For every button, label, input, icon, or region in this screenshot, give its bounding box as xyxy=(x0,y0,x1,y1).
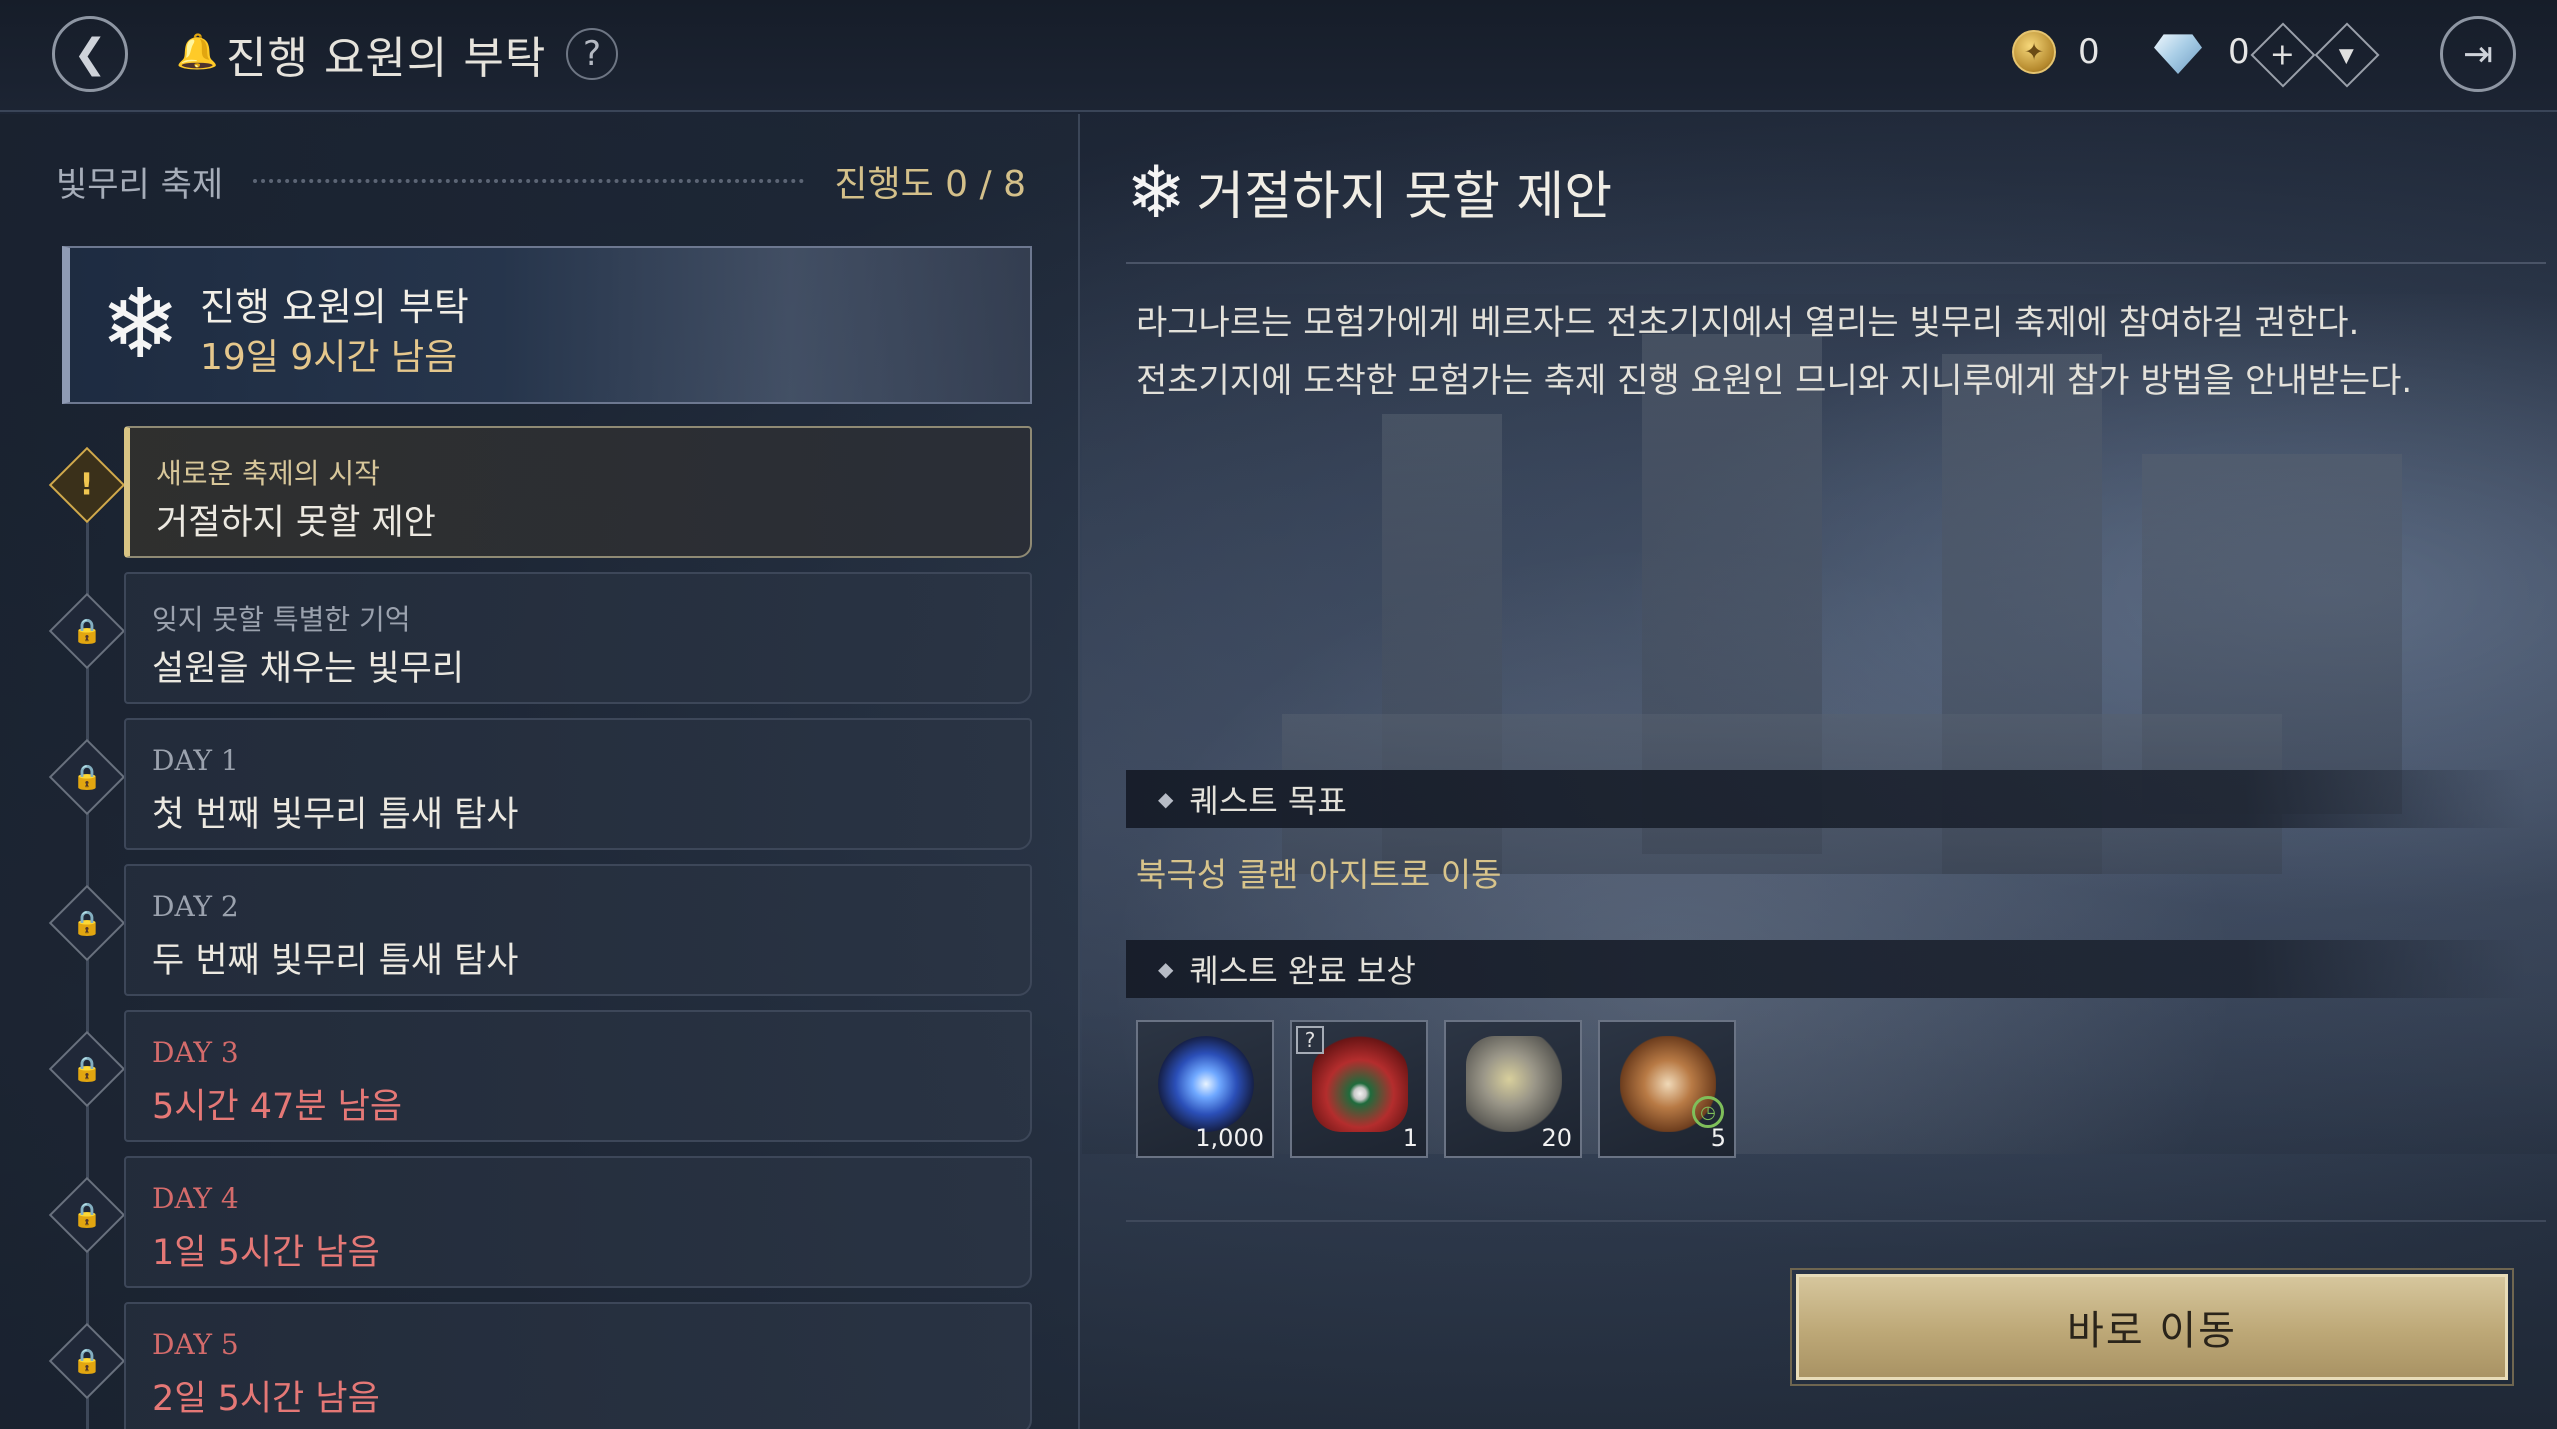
quest-objective: 북극성 클랜 아지트로 이동 xyxy=(1136,855,1502,894)
blue-orb-icon xyxy=(1158,1036,1254,1132)
currency-dropdown-button[interactable]: ▾ xyxy=(2314,22,2380,88)
objective-header-label: 퀘스트 목표 xyxy=(1189,782,1347,820)
back-arrow-icon[interactable]: ❮ xyxy=(52,16,128,92)
reward-header: ◆ 퀘스트 완료 보상 xyxy=(1126,940,2526,998)
plus-icon: + xyxy=(2270,37,2296,73)
quest-subtitle: 새로운 축제의 시작 xyxy=(156,457,380,490)
chevron-down-icon: ▾ xyxy=(2339,37,2355,73)
quest-item-timed[interactable]: DAY 3 5시간 47분 남음 xyxy=(124,1010,1032,1142)
description-line: 전초기지에 도착한 모험가는 축제 진행 요원인 므니와 지니루에게 참가 방법… xyxy=(1136,361,2413,401)
page-title: 진행 요원의 부탁 xyxy=(226,33,547,84)
help-button[interactable]: ? xyxy=(566,28,618,80)
dotted-divider xyxy=(253,179,805,183)
quest-title: 두 번째 빛무리 틈새 탐사 xyxy=(152,941,519,981)
exit-icon[interactable]: ⇥ xyxy=(2440,16,2516,92)
quest-remaining: 2일 5시간 남음 xyxy=(152,1379,380,1419)
detail-header: ❄ 거절하지 못할 제안 xyxy=(1126,154,1612,229)
description-line: 라그나르는 모험가에게 베르자드 전초기지에서 열리는 빛무리 축제에 참여하길… xyxy=(1136,303,2360,343)
quest-item-locked[interactable]: DAY 1 첫 번째 빛무리 틈새 탐사 xyxy=(124,718,1032,850)
progress-text: 진행도 0 / 8 xyxy=(834,164,1026,205)
gift-bag-icon xyxy=(1312,1036,1408,1132)
lock-icon: 🔒 xyxy=(48,738,126,816)
banner-remaining: 19일 9시간 남음 xyxy=(200,337,458,378)
objective-header: ◆ 퀘스트 목표 xyxy=(1126,770,2526,828)
gold-currency: ✦ 0 xyxy=(2012,30,2100,74)
quest-subtitle: DAY 4 xyxy=(152,1182,239,1215)
crystal-value: 0 xyxy=(2228,32,2250,72)
quest-title: 설원을 채우는 빛무리 xyxy=(152,649,465,689)
reward-count: 5 xyxy=(1710,1124,1726,1152)
banner-title: 진행 요원의 부탁 xyxy=(200,285,469,329)
go-now-button[interactable]: 바로 이동 xyxy=(1790,1268,2514,1386)
lock-icon: 🔒 xyxy=(48,592,126,670)
reward-item[interactable]: 20 xyxy=(1444,1020,1582,1158)
diamond-bullet-icon: ◆ xyxy=(1158,787,1174,811)
quest-title: 첫 번째 빛무리 틈새 탐사 xyxy=(152,795,519,835)
quest-detail-panel: ❄ 거절하지 못할 제안 라그나르는 모험가에게 베르자드 전초기지에서 열리는… xyxy=(1082,114,2557,1429)
snowflake-icon: ❄ xyxy=(100,268,181,380)
bell-icon: 🔔 xyxy=(176,32,219,72)
lock-icon: 🔒 xyxy=(48,1322,126,1400)
event-banner[interactable]: ❄ 진행 요원의 부탁 19일 9시간 남음 xyxy=(62,246,1032,404)
title-divider xyxy=(1126,262,2546,264)
reward-header-label: 퀘스트 완료 보상 xyxy=(1189,952,1416,990)
section-label: 빛무리 축제 xyxy=(56,164,224,205)
detail-title: 거절하지 못할 제안 xyxy=(1196,167,1613,227)
quest-description: 라그나르는 모험가에게 베르자드 전초기지에서 열리는 빛무리 축제에 참여하길… xyxy=(1136,294,2556,410)
lock-icon: 🔒 xyxy=(48,1176,126,1254)
quest-item-timed[interactable]: DAY 5 2일 5시간 남음 xyxy=(124,1302,1032,1429)
reward-item[interactable]: ◷ 5 xyxy=(1598,1020,1736,1158)
quest-item-active[interactable]: 새로운 축제의 시작 거절하지 못할 제안 xyxy=(124,426,1032,558)
alert-icon: ! xyxy=(48,446,126,524)
diamond-bullet-icon: ◆ xyxy=(1158,957,1174,981)
quest-item-locked[interactable]: 잊지 못할 특별한 기억 설원을 채우는 빛무리 xyxy=(124,572,1032,704)
quest-subtitle: DAY 2 xyxy=(152,890,239,923)
lock-icon: 🔒 xyxy=(48,1030,126,1108)
section-header: 빛무리 축제 진행도 0 / 8 xyxy=(56,156,1026,206)
reward-count: 1 xyxy=(1402,1124,1418,1152)
quest-remaining: 5시간 47분 남음 xyxy=(152,1087,403,1127)
reward-item[interactable]: ? 1 xyxy=(1290,1020,1428,1158)
reward-item[interactable]: 1,000 xyxy=(1136,1020,1274,1158)
lock-icon: 🔒 xyxy=(48,884,126,962)
crystal-icon xyxy=(2154,34,2202,74)
unknown-badge: ? xyxy=(1296,1026,1324,1054)
quest-subtitle: DAY 1 xyxy=(152,744,239,777)
quest-list-panel: 빛무리 축제 진행도 0 / 8 ❄ 진행 요원의 부탁 19일 9시간 남음 … xyxy=(0,114,1080,1429)
gold-value: 0 xyxy=(2078,32,2100,72)
quest-subtitle: DAY 5 xyxy=(152,1328,239,1361)
quest-subtitle: 잊지 못할 특별한 기억 xyxy=(152,603,411,636)
reward-count: 1,000 xyxy=(1195,1124,1264,1152)
quest-title: 거절하지 못할 제안 xyxy=(156,503,436,543)
quest-subtitle: DAY 3 xyxy=(152,1036,239,1069)
gold-coin-icon: ✦ xyxy=(2012,30,2056,74)
crystal-currency: 0 xyxy=(2154,30,2250,74)
reward-count: 20 xyxy=(1541,1124,1572,1152)
snowflake-icon: ❄ xyxy=(1126,149,1187,234)
stone-rune-icon xyxy=(1466,1036,1562,1132)
quest-item-timed[interactable]: DAY 4 1일 5시간 남음 xyxy=(124,1156,1032,1288)
quest-item-locked[interactable]: DAY 2 두 번째 빛무리 틈새 탐사 xyxy=(124,864,1032,996)
add-crystal-button[interactable]: + xyxy=(2250,22,2316,88)
bottom-divider xyxy=(1126,1220,2546,1222)
top-bar: ❮ 🔔 진행 요원의 부탁 ? ✦ 0 0 + ▾ ⇥ xyxy=(0,0,2557,112)
quest-remaining: 1일 5시간 남음 xyxy=(152,1233,380,1273)
